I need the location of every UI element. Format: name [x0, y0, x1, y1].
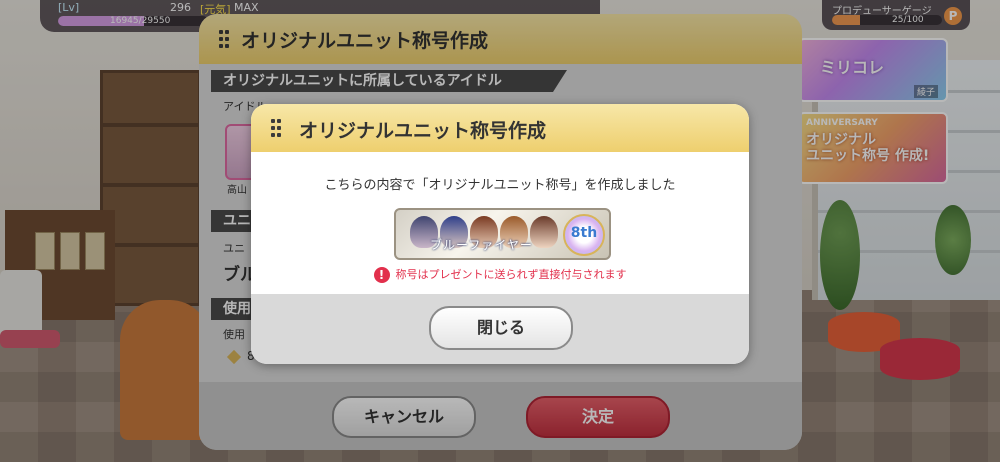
warning-icon: ! [373, 267, 390, 283]
unit-title-name: ブルーファイヤー [430, 238, 533, 252]
warning-notice: ! 称号はプレゼントに送られず直接付与されます [251, 266, 749, 283]
dialog-header: オリジナルユニット称号作成 [251, 104, 749, 152]
unit-title-plate: ブルーファイヤー 8th [394, 208, 611, 260]
dialog-message: こちらの内容で「オリジナルユニット称号」を作成しました [324, 178, 676, 193]
close-button[interactable]: 閉じる [429, 306, 573, 350]
grip-icon [271, 119, 281, 137]
warning-text: 称号はプレゼントに送られず直接付与されます [395, 268, 627, 281]
creation-complete-dialog: オリジナルユニット称号作成 こちらの内容で「オリジナルユニット称号」を作成しまし… [251, 104, 749, 364]
dialog-title: オリジナルユニット称号作成 [299, 120, 547, 142]
idol-portrait [530, 216, 558, 248]
anniversary-badge-icon: 8th [563, 214, 605, 256]
